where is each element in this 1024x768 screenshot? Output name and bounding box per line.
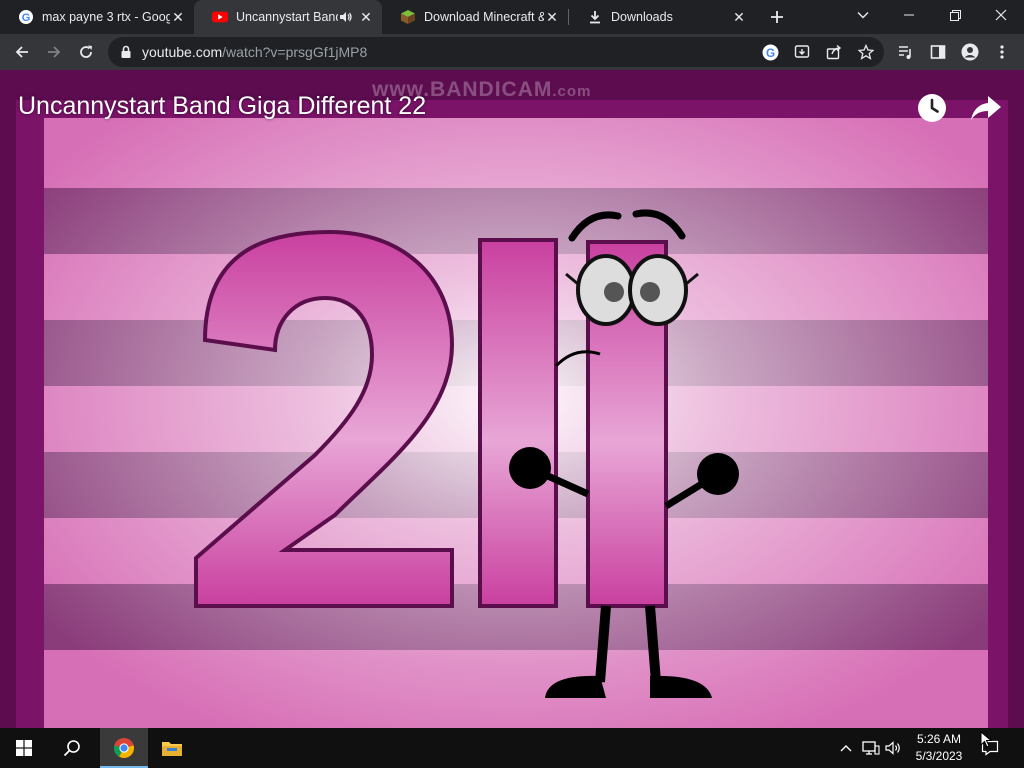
video-frame-illustration: [0, 70, 1024, 728]
google-lens-icon[interactable]: G: [760, 42, 780, 62]
bookmark-star-icon[interactable]: [856, 42, 876, 62]
url-text[interactable]: youtube.com/watch?v=prsgGf1jMP8: [142, 44, 367, 60]
side-panel-icon[interactable]: [926, 40, 950, 64]
kebab-menu-icon[interactable]: [990, 40, 1014, 64]
taskbar-chrome[interactable]: [100, 728, 148, 768]
back-button[interactable]: [6, 36, 38, 68]
search-button[interactable]: [48, 728, 96, 768]
tab-search-chevron-icon[interactable]: [840, 0, 886, 30]
minimize-icon[interactable]: [886, 0, 932, 30]
tab-strip: G max payne 3 rtx - Goog ✕ Uncannystart …: [0, 0, 1024, 34]
watermark-suffix: .com: [552, 83, 592, 100]
video-title[interactable]: Uncannystart Band Giga Different 22: [18, 92, 426, 121]
google-icon: G: [18, 9, 34, 25]
watch-later-icon[interactable]: [916, 92, 948, 124]
tab-title: Download Minecraft &: [424, 10, 544, 24]
speaker-icon[interactable]: [338, 9, 354, 25]
new-tab-button[interactable]: [766, 6, 788, 28]
share-icon[interactable]: [970, 92, 1002, 124]
close-tab-icon[interactable]: ✕: [544, 9, 560, 25]
tab-downloads[interactable]: Downloads ✕: [569, 0, 755, 34]
start-button[interactable]: [0, 728, 48, 768]
close-tab-icon[interactable]: ✕: [731, 9, 747, 25]
youtube-icon: [212, 9, 228, 25]
tab-title: Downloads: [611, 10, 673, 24]
url-path: /watch?v=prsgGf1jMP8: [222, 44, 368, 60]
tab-title: max payne 3 rtx - Goog: [42, 10, 170, 24]
forward-button[interactable]: [38, 36, 70, 68]
video-player[interactable]: www.BANDICAM.com Uncannystart Band Giga …: [0, 70, 1024, 728]
lock-icon[interactable]: [118, 44, 134, 60]
mouse-cursor-icon: [980, 731, 992, 748]
browser-toolbar: youtube.com/watch?v=prsgGf1jMP8 G: [0, 34, 1024, 70]
search-icon: [63, 740, 80, 757]
install-app-icon[interactable]: [792, 42, 812, 62]
volume-icon[interactable]: [884, 738, 904, 758]
close-tab-icon[interactable]: ✕: [358, 9, 374, 25]
tab-youtube-video[interactable]: Uncannystart Band ✕: [194, 0, 382, 34]
folder-icon: [162, 742, 182, 756]
share-page-icon[interactable]: [824, 42, 844, 62]
download-icon: [587, 9, 603, 25]
clock-time: 5:26 AM: [916, 732, 962, 746]
close-tab-icon[interactable]: ✕: [170, 9, 186, 25]
tab-title: Uncannystart Band: [236, 10, 338, 24]
show-hidden-icons-chevron-icon[interactable]: [836, 738, 856, 758]
tab-google-search[interactable]: G max payne 3 rtx - Goog ✕: [0, 0, 194, 34]
close-window-icon[interactable]: [978, 0, 1024, 30]
network-icon[interactable]: [861, 738, 881, 758]
profile-avatar-icon[interactable]: [958, 40, 982, 64]
tab-minecraft[interactable]: Download Minecraft & ✕: [382, 0, 568, 34]
taskbar-file-explorer[interactable]: [148, 728, 196, 768]
windows-logo-icon: [16, 740, 32, 756]
address-bar[interactable]: youtube.com/watch?v=prsgGf1jMP8 G: [108, 37, 884, 67]
system-clock[interactable]: 5:26 AM 5/3/2023: [908, 731, 970, 765]
windows-taskbar: 5:26 AM 5/3/2023: [0, 728, 1024, 768]
restore-icon[interactable]: [932, 0, 978, 30]
reload-button[interactable]: [70, 36, 102, 68]
minecraft-block-icon: [400, 9, 416, 25]
media-queue-icon[interactable]: [894, 40, 918, 64]
url-host: youtube.com: [142, 44, 223, 60]
clock-date: 5/3/2023: [915, 749, 963, 763]
svg-text:G: G: [765, 46, 774, 59]
svg-text:G: G: [22, 12, 31, 24]
chrome-icon: [113, 738, 135, 759]
